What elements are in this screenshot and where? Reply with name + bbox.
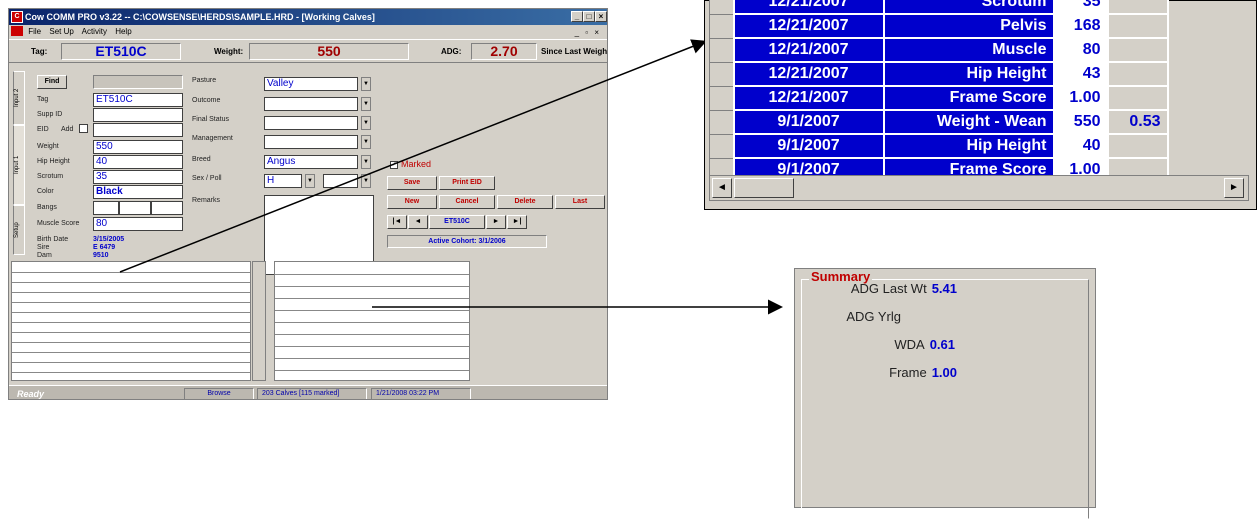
row-selector[interactable] — [709, 13, 734, 39]
summary-label: ADG Yrlg — [846, 309, 901, 324]
grid-row[interactable]: 9/1/2007 Weight - Wean 550 0.53 — [709, 109, 1169, 135]
grid-cell-extra — [1106, 61, 1169, 87]
grid-cell-value: 1.00 — [1052, 85, 1109, 111]
grid-row[interactable]: 9/1/2007 Hip Height 40 — [709, 133, 1169, 159]
grid-cell-value: 80 — [1052, 37, 1109, 63]
grid-cell-extra: 0.53 — [1106, 109, 1169, 135]
grid-row[interactable]: 12/21/2007 Hip Height 43 — [709, 61, 1169, 87]
grid-row[interactable]: 12/21/2007 Pelvis 168 — [709, 13, 1169, 39]
history-grid-zoom: 12/21/2007 Scrotum 35 12/21/2007 Pelvis 168 12… — [704, 0, 1257, 210]
summary-label: WDA — [894, 337, 925, 352]
summary-row-frame: Frame 1.00 — [817, 365, 957, 380]
row-selector[interactable] — [709, 37, 734, 63]
grid-cell-trait: Hip Height — [882, 133, 1055, 159]
row-selector[interactable] — [709, 109, 734, 135]
grid-cell-trait: Muscle — [882, 37, 1055, 63]
summary-row-wda: WDA 0.61 — [817, 337, 955, 352]
grid-row[interactable]: 12/21/2007 Muscle 80 — [709, 37, 1169, 63]
grid-cell-extra — [1106, 0, 1169, 15]
grid-cell-date: 12/21/2007 — [732, 0, 885, 15]
row-selector[interactable] — [709, 85, 734, 111]
row-selector[interactable] — [709, 133, 734, 159]
grid-cell-date: 12/21/2007 — [732, 37, 885, 63]
horizontal-scrollbar[interactable]: ◄ ► — [709, 175, 1249, 201]
grid-cell-value: 550 — [1052, 109, 1109, 135]
grid-cell-trait: Weight - Wean — [882, 109, 1055, 135]
grid-cell-date: 12/21/2007 — [732, 13, 885, 39]
row-selector[interactable] — [709, 0, 734, 15]
row-selector[interactable] — [709, 61, 734, 87]
summary-row-adg-last-wt: ADG Last Wt 5.41 — [817, 281, 957, 296]
grid-row[interactable]: 12/21/2007 Frame Score 1.00 — [709, 85, 1169, 111]
summary-value: 0.61 — [929, 337, 955, 352]
grid-callout-arrow — [119, 39, 707, 273]
grid-cell-value: 168 — [1052, 13, 1109, 39]
summary-label: Frame — [889, 365, 927, 380]
grid-cell-extra — [1106, 13, 1169, 39]
grid-cell-value: 43 — [1052, 61, 1109, 87]
grid-cell-extra — [1106, 85, 1169, 111]
grid-cell-trait: Frame Score — [882, 85, 1055, 111]
grid-cell-extra — [1106, 133, 1169, 159]
summary-panel-zoom: Summary ADG Last Wt 5.41 ADG Yrlg WDA 0.61… — [794, 268, 1096, 519]
grid-cell-date: 12/21/2007 — [732, 85, 885, 111]
grid-cell-value: 40 — [1052, 133, 1109, 159]
grid-cell-trait: Pelvis — [882, 13, 1055, 39]
summary-label: ADG Last Wt — [850, 281, 927, 296]
grid-cell-trait: Scrotum — [882, 0, 1055, 15]
grid-cell-trait: Hip Height — [882, 61, 1055, 87]
scroll-right-icon[interactable]: ► — [1224, 178, 1244, 198]
summary-row-adg-yrlg: ADG Yrlg — [817, 309, 906, 324]
summary-value: 1.00 — [931, 365, 957, 380]
grid-row[interactable]: 12/21/2007 Scrotum 35 — [709, 0, 1169, 15]
summary-value: 5.41 — [931, 281, 957, 296]
grid-cell-date: 9/1/2007 — [732, 109, 885, 135]
scroll-thumb[interactable] — [734, 178, 794, 198]
history-table: 12/21/2007 Scrotum 35 12/21/2007 Pelvis 168 12… — [709, 0, 1169, 183]
grid-cell-value: 35 — [1052, 0, 1109, 15]
scroll-left-icon[interactable]: ◄ — [712, 178, 732, 198]
grid-cell-extra — [1106, 37, 1169, 63]
grid-cell-date: 9/1/2007 — [732, 133, 885, 159]
grid-cell-date: 12/21/2007 — [732, 61, 885, 87]
